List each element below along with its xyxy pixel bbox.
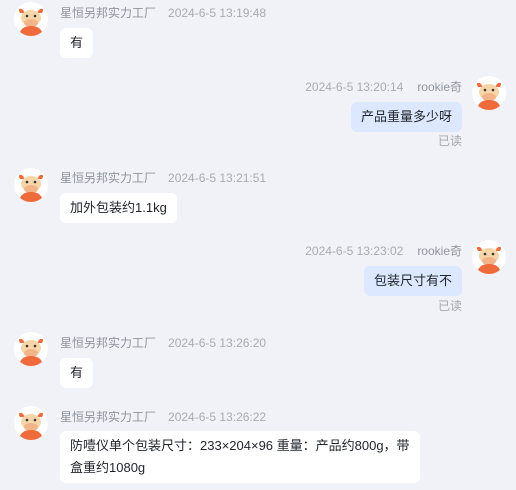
bull-avatar-icon [472,240,506,274]
sender-name: 星恒另邦实力工厂 [60,171,157,185]
sender-name: rookie奇 [417,80,462,94]
avatar[interactable] [14,2,48,36]
message-meta: 星恒另邦实力工厂 2024-6-5 13:19:48 [60,4,266,21]
sender-name: 星恒另邦实力工厂 [60,336,157,350]
bull-avatar-icon [472,76,506,110]
sender-name: rookie奇 [417,244,462,258]
bull-avatar-icon [14,332,48,366]
message-meta: 星恒另邦实力工厂 2024-6-5 13:21:51 [60,169,266,186]
avatar[interactable] [472,76,506,110]
message-time: 2024-6-5 13:21:51 [168,171,267,185]
message-bubble[interactable]: 有 [60,358,94,388]
avatar[interactable] [14,406,48,440]
message-meta: 2024-6-5 13:20:14 rookie奇 [305,78,462,95]
avatar[interactable] [14,168,48,202]
message-time: 2024-6-5 13:23:02 [305,244,404,258]
message-meta: 星恒另邦实力工厂 2024-6-5 13:26:22 [60,408,266,425]
message-time: 2024-6-5 13:26:22 [168,410,267,424]
bull-avatar-icon [14,406,48,440]
message-time: 2024-6-5 13:19:48 [168,6,267,20]
bull-avatar-icon [14,168,48,202]
read-status: 已读 [437,134,462,148]
bull-avatar-icon [14,2,48,36]
sender-name: 星恒另邦实力工厂 [60,410,157,424]
read-status: 已读 [437,299,462,313]
message-meta: 星恒另邦实力工厂 2024-6-5 13:26:20 [60,334,266,351]
sender-name: 星恒另邦实力工厂 [60,6,157,20]
message-bubble[interactable]: 加外包装约1.1kg [60,193,177,223]
message-meta: 2024-6-5 13:23:02 rookie奇 [305,242,462,259]
message-bubble[interactable]: 有 [60,28,94,58]
message-bubble[interactable]: 产品重量多少呀 [350,102,462,132]
avatar[interactable] [14,332,48,366]
message-time: 2024-6-5 13:20:14 [305,80,404,94]
message-bubble[interactable]: 防噎仪单个包装尺寸：233×204×96 重量：产品约800g，带盒重约1080… [60,431,420,483]
avatar[interactable] [472,240,506,274]
message-bubble[interactable]: 包装尺寸有不 [363,266,462,296]
message-time: 2024-6-5 13:26:20 [168,336,267,350]
